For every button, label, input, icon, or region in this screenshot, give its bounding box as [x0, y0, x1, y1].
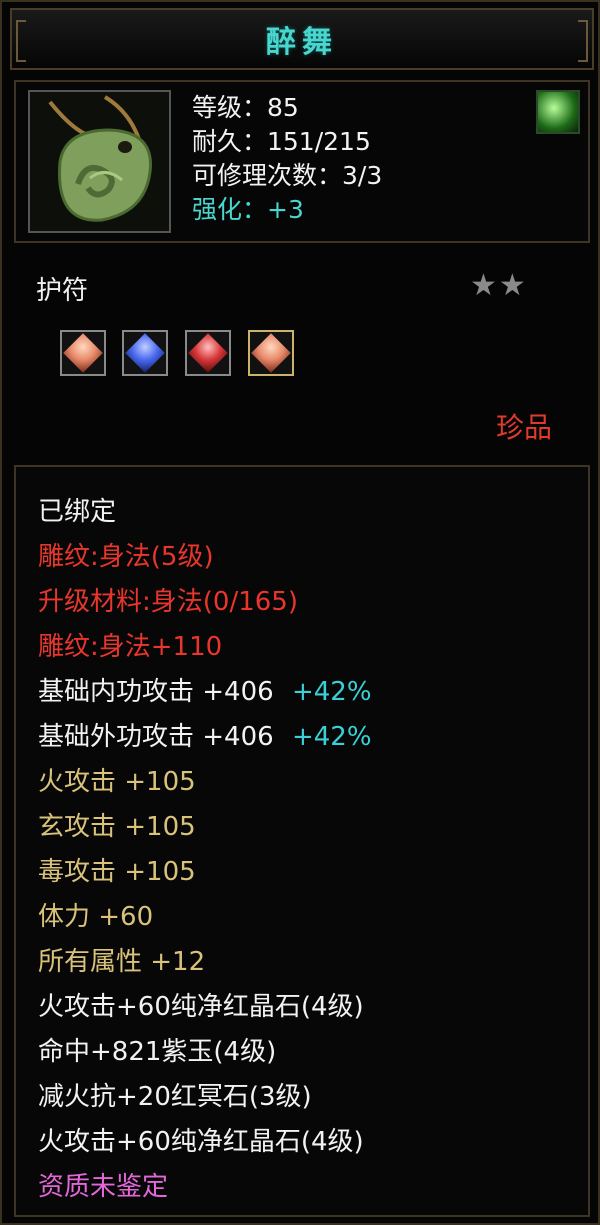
inner-attack-value: 基础内功攻击 +406	[38, 677, 274, 707]
gem-orange-icon	[60, 330, 106, 376]
rarity-label: 珍品	[495, 411, 552, 444]
gem-blue-icon	[122, 330, 168, 376]
gem-orange-icon	[248, 330, 294, 376]
socket-gem-2: 命中+821紫玉(4级)	[38, 1037, 277, 1067]
inner-attack-percent: +42%	[291, 677, 372, 707]
xuan-attack: 玄攻击 +105	[38, 812, 196, 842]
socket-gem-3: 减火抗+20红冥石(3级)	[38, 1082, 312, 1112]
inner-attack: 基础内功攻击 +406 +42%	[38, 675, 372, 709]
fire-attack: 火攻击 +105	[38, 767, 196, 797]
jade-amulet-icon	[28, 90, 171, 233]
quality-status: 资质未鉴定	[38, 1172, 169, 1202]
poison-attack: 毒攻击 +105	[38, 857, 196, 887]
item-durability: 耐久：151/215	[192, 127, 371, 156]
star-rating: ★★	[470, 268, 528, 303]
item-tooltip: 醉舞 等级：85 耐久：151/215 可修理次数：3/3 强化：+3 护符 ★…	[0, 0, 600, 1225]
carve-attr: 雕纹:身法(5级)	[38, 542, 214, 572]
item-level: 等级：85	[192, 93, 299, 122]
stamina: 体力 +60	[38, 902, 154, 932]
gem-red-icon	[185, 330, 231, 376]
item-info-box: 等级：85 耐久：151/215 可修理次数：3/3 强化：+3	[14, 80, 590, 243]
outer-attack-value: 基础外功攻击 +406	[38, 722, 274, 752]
all-attributes: 所有属性 +12	[38, 947, 206, 977]
item-enhance: 强化：+3	[192, 195, 304, 224]
item-repairs: 可修理次数：3/3	[192, 161, 383, 190]
socket-gem-4: 火攻击+60纯净红晶石(4级)	[38, 1127, 364, 1157]
item-name: 醉舞	[266, 25, 338, 60]
carve-bonus: 雕纹:身法+110	[38, 632, 223, 662]
upgrade-material: 升级材料:身法(0/165)	[38, 587, 298, 617]
socket-gem-1: 火攻击+60纯净红晶石(4级)	[38, 992, 364, 1022]
bound-status: 已绑定	[38, 497, 117, 527]
outer-attack: 基础外功攻击 +406 +42%	[38, 720, 372, 754]
item-type: 护符	[36, 276, 89, 306]
title-bar: 醉舞	[10, 8, 594, 70]
outer-attack-percent: +42%	[291, 722, 372, 752]
leaf-icon	[536, 90, 580, 134]
attribute-list: 已绑定 雕纹:身法(5级) 升级材料:身法(0/165) 雕纹:身法+110 基…	[14, 465, 590, 1217]
